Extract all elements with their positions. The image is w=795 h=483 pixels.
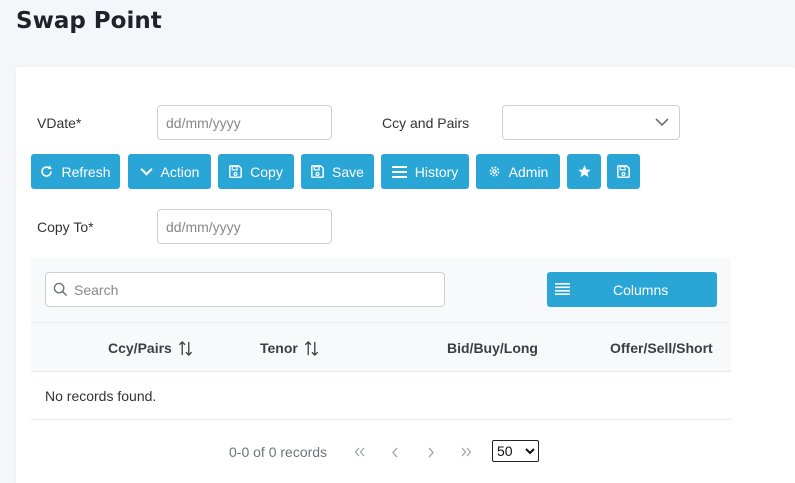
- copy-label: Copy: [250, 163, 283, 180]
- search-icon: [53, 282, 68, 297]
- double-chevron-right-icon: [461, 447, 472, 457]
- sort-icon: [178, 340, 192, 356]
- history-button[interactable]: History: [381, 154, 469, 189]
- refresh-label: Refresh: [61, 163, 111, 180]
- save-layout-button[interactable]: [607, 154, 640, 189]
- action-button[interactable]: Action: [128, 154, 211, 189]
- ccy-pairs-label: Ccy and Pairs: [382, 115, 470, 131]
- prev-page-button[interactable]: [384, 441, 406, 463]
- floppy-disk-icon: [229, 165, 243, 178]
- table-header: Ccy/Pairs Tenor Bid/Buy/Long Offer/Sell/…: [31, 322, 731, 372]
- refresh-button[interactable]: Refresh: [31, 154, 120, 189]
- first-page-button[interactable]: [349, 441, 371, 463]
- header-bid-buy-long: Bid/Buy/Long: [447, 340, 538, 356]
- list-icon: [555, 283, 570, 295]
- vdate-label: VDate*: [37, 115, 82, 131]
- header-offer-sell-short: Offer/Sell/Short: [610, 340, 713, 356]
- page-title: Swap Point: [16, 8, 162, 34]
- save-button[interactable]: Save: [301, 154, 374, 189]
- columns-label: Columns: [613, 282, 669, 298]
- chevron-left-icon: [392, 447, 398, 457]
- copy-to-label: Copy To*: [37, 219, 94, 235]
- copy-button[interactable]: Copy: [218, 154, 294, 189]
- empty-row: No records found.: [31, 372, 731, 420]
- rows-per-page-select[interactable]: 50: [492, 440, 539, 462]
- search-input[interactable]: [74, 273, 434, 306]
- floppy-disk-icon: [617, 165, 630, 178]
- ccy-pairs-select[interactable]: [502, 105, 680, 140]
- data-table: Columns Ccy/Pairs Tenor Bid/Buy/Long Off…: [31, 258, 731, 483]
- sort-icon: [304, 340, 318, 356]
- chevron-right-icon: [428, 447, 434, 457]
- search-box[interactable]: [45, 272, 445, 307]
- header-tenor[interactable]: Tenor: [260, 340, 319, 356]
- vdate-input[interactable]: [157, 105, 332, 140]
- admin-label: Admin: [508, 163, 549, 180]
- list-icon: [391, 165, 407, 178]
- double-chevron-left-icon: [354, 447, 365, 457]
- paginator: 0-0 of 0 records 50: [31, 420, 731, 483]
- action-label: Action: [160, 163, 200, 180]
- star-icon: [577, 165, 591, 178]
- chevron-down-icon: [655, 118, 669, 127]
- save-label: Save: [332, 163, 364, 180]
- empty-message: No records found.: [45, 388, 157, 404]
- copy-to-input[interactable]: [157, 209, 332, 244]
- history-label: History: [414, 163, 459, 180]
- gear-icon: [489, 166, 500, 177]
- columns-button[interactable]: Columns: [547, 272, 717, 307]
- next-page-button[interactable]: [420, 441, 442, 463]
- favorite-button[interactable]: [567, 154, 601, 189]
- main-card: VDate* Ccy and Pairs Refresh Action Copy…: [16, 67, 795, 483]
- floppy-disk-icon: [311, 165, 324, 178]
- header-ccy-pairs[interactable]: Ccy/Pairs: [108, 340, 193, 356]
- refresh-icon: [41, 165, 53, 177]
- chevron-down-icon: [139, 168, 153, 176]
- last-page-button[interactable]: [455, 441, 477, 463]
- page-info: 0-0 of 0 records: [229, 444, 328, 460]
- admin-button[interactable]: Admin: [476, 154, 560, 189]
